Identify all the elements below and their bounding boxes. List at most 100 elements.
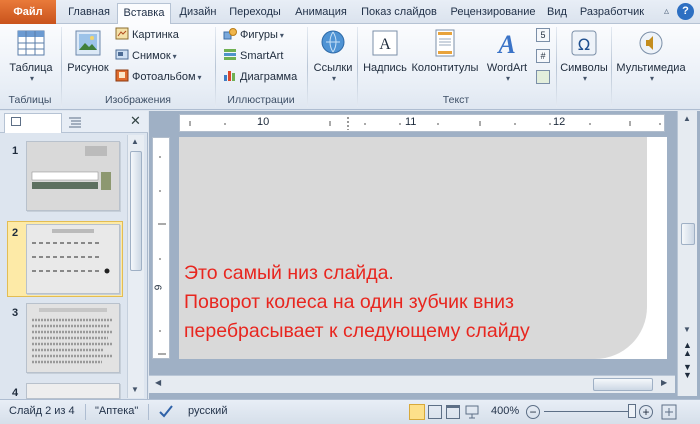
chart-button[interactable]: Диаграмма (223, 68, 297, 86)
normal-view-icon[interactable] (409, 404, 425, 420)
ribbon-insert: Таблица ▾ Таблицы Рисунок Картинка Снимо… (0, 24, 700, 110)
media-button[interactable]: Мультимедиа ▾ (613, 28, 689, 83)
ruler-ticks (158, 156, 166, 355)
slide-thumbnail[interactable] (26, 303, 120, 373)
minimize-ribbon-icon[interactable]: ▵ (658, 3, 675, 20)
close-pane-icon[interactable]: ✕ (130, 113, 141, 129)
slide-text-line[interactable]: Поворот колеса на один зубчик вниз (184, 290, 514, 315)
tab-slides[interactable] (4, 113, 62, 133)
slide-number: 4 (12, 387, 19, 399)
picture-label: Рисунок (67, 62, 109, 74)
slide-number-icon[interactable]: # (536, 49, 550, 63)
zoom-in-icon[interactable]: + (639, 405, 653, 419)
shapes-button[interactable]: Фигуры ▾ (223, 26, 284, 44)
group-text-label: Текст (442, 94, 470, 106)
tab-review[interactable]: Рецензирование (444, 3, 542, 24)
link-icon (318, 28, 348, 58)
scroll-up-icon[interactable]: ▲ (131, 137, 139, 146)
chart-icon (223, 69, 237, 82)
slide-2-preview-icon (32, 229, 110, 274)
tab-file[interactable]: Файл (0, 0, 56, 24)
dropdown-arrow-icon: ▾ (29, 74, 34, 83)
scroll-down-icon[interactable]: ▼ (683, 325, 691, 334)
headerfooter-label: Колонтитулы (411, 62, 479, 74)
picture-button[interactable]: Рисунок (64, 28, 112, 74)
slide-editor: 10 11 12 9 Это самый низ слайда. Поворот… (149, 111, 700, 399)
scroll-right-icon[interactable]: ▶ (661, 378, 667, 387)
slide-number: 1 (12, 145, 19, 157)
language-indicator[interactable]: русский (188, 405, 227, 417)
zoom-slider-thumb[interactable] (628, 404, 636, 418)
fit-to-window-icon[interactable] (660, 403, 678, 421)
group-separator (307, 27, 308, 107)
scroll-thumb[interactable] (130, 151, 142, 271)
tab-home[interactable]: Главная (62, 3, 116, 24)
clipart-button[interactable]: Картинка (115, 26, 179, 44)
slide-sorter-icon[interactable] (428, 405, 442, 419)
object-icon[interactable] (536, 70, 550, 84)
ruler-label: 9 (153, 284, 165, 291)
wordart-label: WordArt (486, 62, 528, 74)
textbox-label: Надпись (363, 62, 407, 74)
zoom-slider-track[interactable] (544, 411, 636, 412)
headerfooter-icon (430, 28, 460, 58)
links-label: Ссылки (313, 62, 353, 74)
tab-design[interactable]: Дизайн (172, 3, 224, 24)
slide-thumbnail[interactable] (26, 224, 120, 294)
photoalbum-button[interactable]: Фотоальбом ▾ (115, 68, 202, 86)
symbols-label: Символы (560, 62, 608, 74)
slide-text-line[interactable]: перебрасывает к следующему слайду (184, 319, 530, 344)
theme-name[interactable]: "Аптека" (95, 405, 138, 417)
status-separator (85, 404, 86, 420)
scroll-down-icon[interactable]: ▼ (131, 385, 139, 394)
next-slide-icon[interactable]: ▼ ▼ (683, 363, 692, 380)
zoom-out-icon[interactable]: − (526, 405, 540, 419)
scroll-up-icon[interactable]: ▲ (683, 114, 691, 123)
textbox-icon: A (370, 28, 400, 58)
slide-1-preview-icon (31, 146, 111, 190)
slide-thumbnail[interactable] (26, 383, 120, 399)
horizontal-ruler: 10 11 12 (179, 114, 665, 132)
slide-canvas[interactable]: Это самый низ слайда. Поворот колеса на … (179, 137, 667, 359)
table-button[interactable]: Таблица ▾ (4, 28, 58, 83)
slide-thumbnail[interactable] (26, 141, 120, 211)
spellcheck-icon[interactable] (158, 404, 174, 420)
scroll-left-icon[interactable]: ◀ (155, 378, 161, 387)
svg-text:Ω: Ω (578, 35, 590, 54)
slides-pane-scrollbar[interactable]: ▲ ▼ (127, 135, 144, 398)
zoom-level[interactable]: 400% (491, 405, 519, 417)
powerpoint-window: Файл Главная Вставка Дизайн Переходы Ани… (0, 0, 700, 424)
headerfooter-button[interactable]: Колонтитулы (411, 28, 479, 74)
dropdown-arrow-icon: ▾ (197, 73, 202, 82)
slide-text-line[interactable]: Это самый низ слайда. (184, 261, 394, 286)
dropdown-arrow-icon: ▾ (172, 52, 177, 61)
scroll-thumb[interactable] (681, 223, 695, 245)
slide-3-preview-icon (32, 308, 112, 364)
links-button[interactable]: Ссылки ▾ (310, 28, 356, 83)
tab-developer[interactable]: Разработчик (575, 3, 649, 24)
vertical-scrollbar[interactable]: ▲ ▼ ▲ ▲ ▼ ▼ (677, 111, 697, 396)
dropdown-arrow-icon: ▾ (649, 74, 654, 83)
dropdown-arrow-icon: ▾ (279, 31, 284, 40)
screenshot-button[interactable]: Снимок ▾ (115, 47, 177, 65)
ruler-label: 12 (553, 116, 566, 128)
tab-animations[interactable]: Анимация (288, 3, 354, 24)
smartart-button[interactable]: SmartArt (223, 47, 283, 65)
symbols-button[interactable]: Ω Символы ▾ (559, 28, 609, 83)
ruler-label: 11 (405, 116, 417, 128)
slideshow-view-icon[interactable] (465, 405, 479, 419)
tab-insert[interactable]: Вставка (117, 3, 171, 25)
horizontal-scrollbar[interactable]: ◀ ▶ (149, 375, 675, 393)
wordart-button[interactable]: A WordArt ▾ (481, 28, 533, 83)
tab-view[interactable]: Вид (544, 3, 570, 24)
previous-slide-icon[interactable]: ▲ ▲ (683, 341, 692, 358)
textbox-button[interactable]: A Надпись (360, 28, 410, 74)
help-icon[interactable]: ? (677, 3, 694, 20)
shapes-icon (223, 27, 237, 40)
date-time-icon[interactable]: 5 (536, 28, 550, 42)
reading-view-icon[interactable] (446, 405, 460, 419)
tab-slideshow[interactable]: Показ слайдов (356, 3, 442, 24)
tab-transitions[interactable]: Переходы (225, 3, 285, 24)
scroll-thumb[interactable] (593, 378, 653, 391)
outline-tab-icon[interactable] (68, 116, 82, 128)
